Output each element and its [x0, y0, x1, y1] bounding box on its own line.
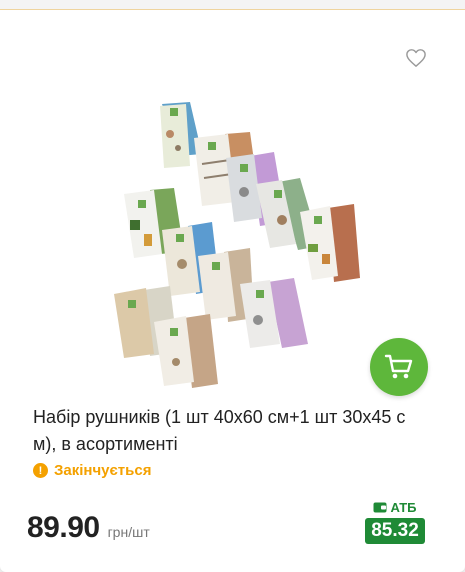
price-unit: грн/шт: [107, 524, 150, 540]
top-strip: [0, 0, 465, 10]
wallet-icon: [373, 502, 387, 513]
product-image[interactable]: [90, 94, 380, 394]
heart-outline-icon[interactable]: [405, 48, 427, 68]
product-title[interactable]: Набір рушників (1 шт 40x60 см+1 шт 30x45…: [33, 404, 433, 458]
shopping-cart-icon: [384, 354, 413, 379]
club-price-block: АТБ 85.32: [362, 500, 428, 544]
towel-pair-9: [240, 278, 308, 348]
stock-status: ! Закінчується: [33, 462, 151, 479]
add-to-cart-button[interactable]: [370, 338, 428, 396]
towel-set-image: [114, 102, 360, 388]
towel-pair-11: [154, 314, 218, 388]
club-price-value: 85.32: [365, 518, 425, 544]
price-block: 89.90 грн/шт: [27, 511, 150, 545]
stock-status-label: Закінчується: [54, 462, 152, 479]
club-label: АТБ: [373, 500, 417, 515]
price-value: 89.90: [27, 511, 100, 544]
club-label-text: АТБ: [390, 500, 417, 515]
towel-pair-5: [300, 204, 360, 282]
warning-circle-icon: !: [33, 463, 48, 478]
product-card[interactable]: Набір рушників (1 шт 40x60 см+1 шт 30x45…: [0, 10, 465, 572]
towel-pair-1: [160, 102, 202, 168]
